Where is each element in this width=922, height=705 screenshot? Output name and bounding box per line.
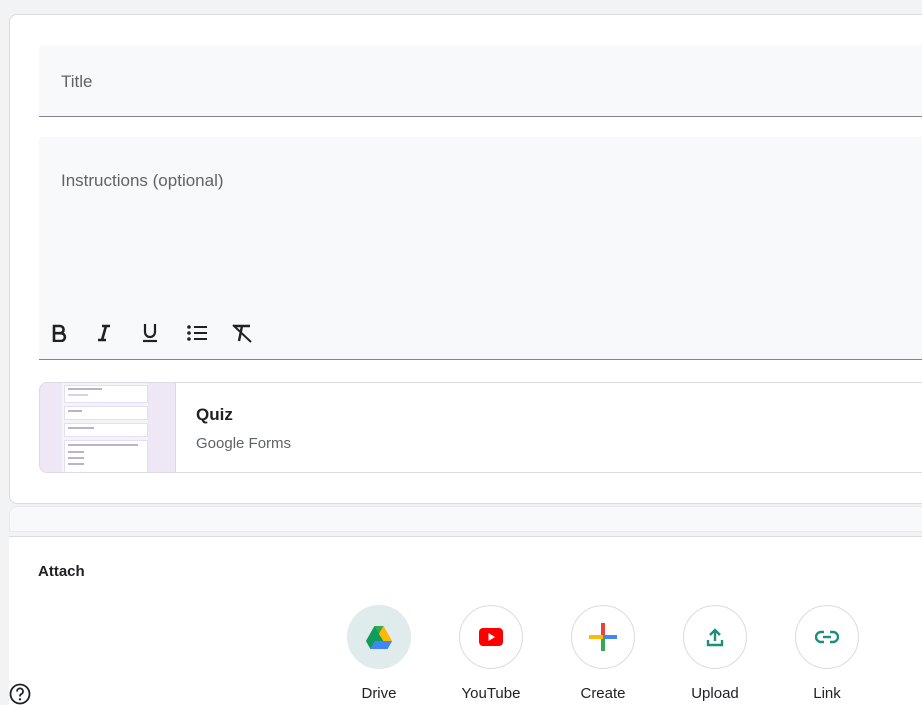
- attachment-subtitle: Google Forms: [196, 435, 292, 452]
- formatting-toolbar: [51, 317, 276, 349]
- clear-formatting-button[interactable]: [231, 317, 276, 349]
- drive-button[interactable]: Drive: [339, 605, 419, 702]
- youtube-button[interactable]: YouTube: [451, 605, 531, 702]
- underline-button[interactable]: [141, 317, 186, 349]
- attach-panel: Attach Drive YouTube Create Upload Link: [9, 536, 922, 705]
- assignment-card: Title Instructions (optional) Quiz Googl…: [9, 14, 922, 504]
- upload-icon: [706, 628, 724, 647]
- bulleted-list-icon: [187, 325, 207, 341]
- instructions-placeholder: Instructions (optional): [61, 171, 224, 190]
- section-divider: [9, 506, 922, 532]
- attach-label: Attach: [38, 563, 85, 580]
- google-forms-thumbnail: [40, 383, 176, 472]
- drive-label: Drive: [361, 685, 397, 702]
- youtube-label: YouTube: [461, 685, 521, 702]
- upload-label: Upload: [691, 685, 739, 702]
- link-label: Link: [813, 685, 841, 702]
- italic-icon: [98, 324, 110, 342]
- attachment-title: Quiz: [196, 405, 233, 424]
- link-icon: [815, 630, 839, 644]
- title-field[interactable]: Title: [39, 45, 922, 117]
- google-drive-icon: [366, 625, 392, 649]
- bulleted-list-button[interactable]: [186, 317, 231, 349]
- help-button[interactable]: [9, 683, 31, 705]
- title-placeholder: Title: [61, 72, 93, 91]
- upload-button[interactable]: Upload: [675, 605, 755, 702]
- create-button[interactable]: Create: [563, 605, 643, 702]
- create-label: Create: [580, 685, 626, 702]
- attachment-card[interactable]: Quiz Google Forms: [39, 382, 922, 473]
- underline-icon: [143, 324, 157, 343]
- bold-button[interactable]: [51, 317, 96, 349]
- help-icon: [9, 683, 31, 705]
- italic-button[interactable]: [96, 317, 141, 349]
- youtube-icon: [479, 628, 503, 646]
- plus-icon: [589, 623, 617, 651]
- instructions-field[interactable]: Instructions (optional): [39, 137, 922, 360]
- link-button[interactable]: Link: [787, 605, 867, 702]
- clear-formatting-icon: [232, 324, 252, 343]
- bold-icon: [52, 324, 67, 342]
